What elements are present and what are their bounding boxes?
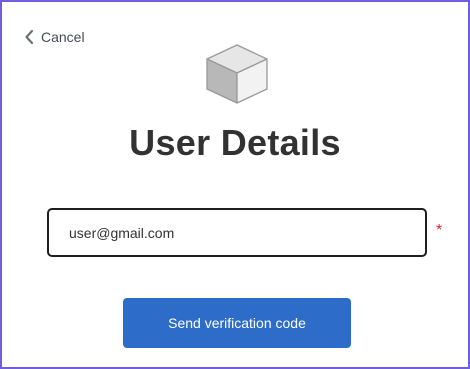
required-marker: * xyxy=(436,222,443,239)
chevron-left-icon xyxy=(24,29,34,45)
cube-icon xyxy=(205,43,269,105)
send-verification-code-button[interactable]: Send verification code xyxy=(123,298,351,348)
email-input[interactable] xyxy=(47,208,427,257)
cancel-label: Cancel xyxy=(41,29,85,45)
cancel-link[interactable]: Cancel xyxy=(24,28,85,46)
user-details-dialog: Cancel User Details * Send verification … xyxy=(0,0,470,369)
page-title: User Details xyxy=(129,122,341,163)
